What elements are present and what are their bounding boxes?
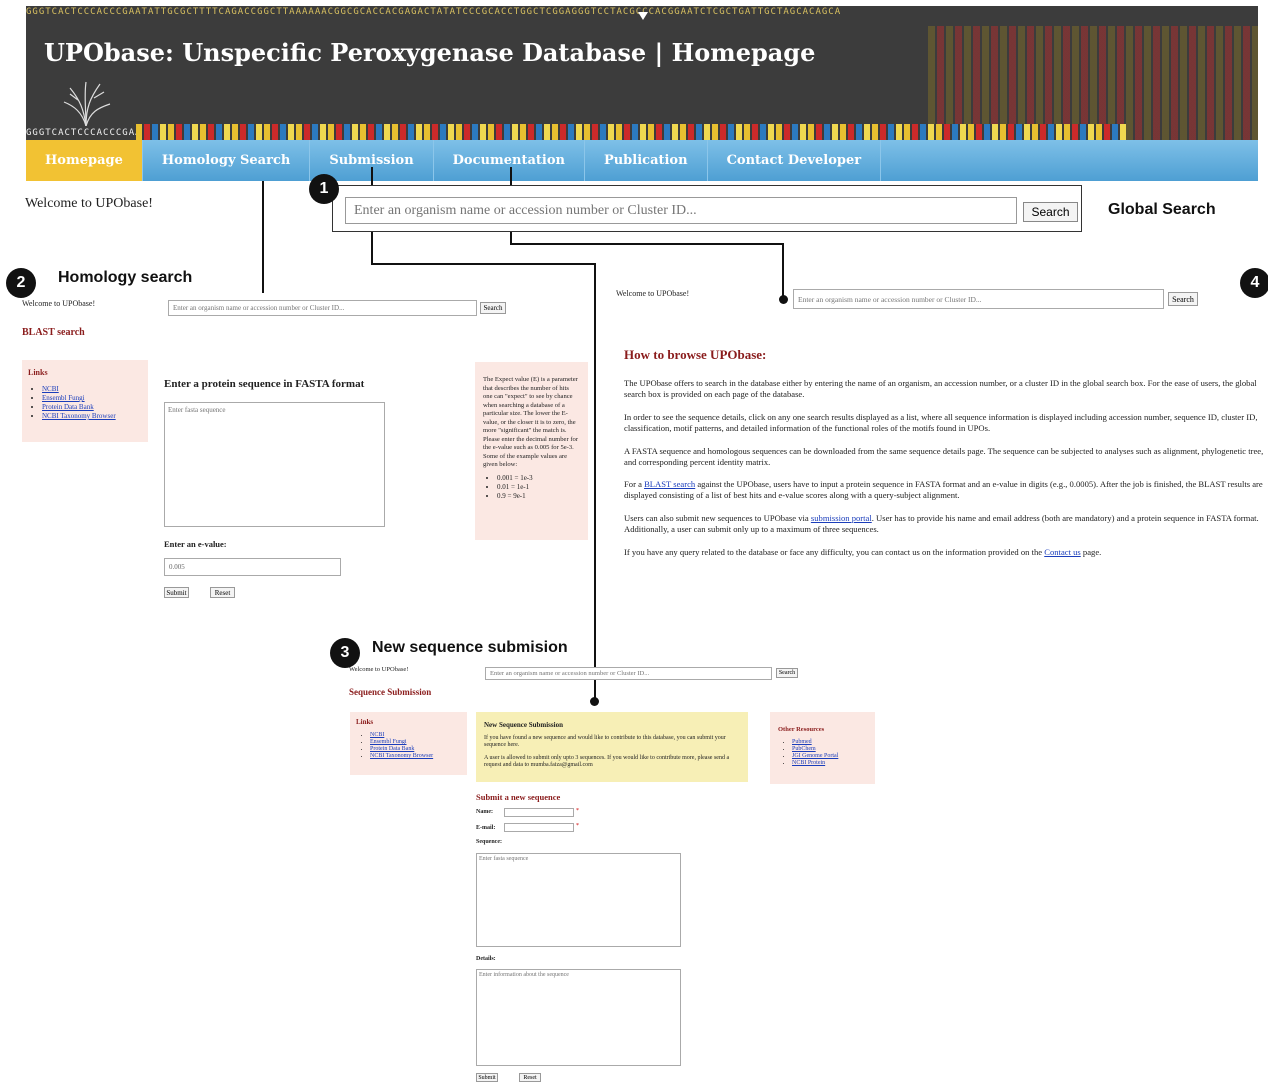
link-pubchem[interactable]: PubChem [792, 746, 816, 752]
required-mark: * [576, 808, 579, 814]
browse-paragraph-5: Users can also submit new sequences to U… [624, 513, 1259, 534]
connector-line-submission-horizontal [371, 263, 595, 265]
notice-title: New Sequence Submission [484, 721, 563, 729]
evalue-input[interactable] [164, 558, 341, 576]
browse-welcome-text: Welcome to UPObase! [616, 289, 690, 298]
required-mark: * [576, 823, 579, 829]
sequence-submission-heading: Sequence Submission [349, 687, 432, 697]
fungus-logo-icon [63, 81, 111, 126]
sequence-textarea[interactable] [476, 853, 681, 947]
submission-links-panel: Links NCBI Ensembl Fungi Protein Data Ba… [350, 712, 467, 775]
submission-annotation: New sequence submision [372, 639, 568, 656]
link-jgi-genome-portal[interactable]: JGI Genome Portal [792, 753, 838, 759]
contact-us-link[interactable]: Contact us [1044, 547, 1081, 557]
name-label: Name: [476, 809, 493, 815]
evalue-help-panel: The Expect value (E) is a parameter that… [475, 362, 588, 540]
callout-number-4: 4 [1240, 268, 1268, 298]
email-label: E-mail: [476, 825, 496, 831]
browse-paragraph-2: In order to see the sequence details, cl… [624, 412, 1258, 433]
blast-search-heading: BLAST search [22, 327, 85, 338]
connector-line-documentation-vertical [782, 243, 784, 299]
homology-links-panel: Links NCBI Ensembl Fungi Protein Data Ba… [22, 360, 148, 442]
callout-number-2: 2 [6, 268, 36, 298]
details-label: Details: [476, 956, 496, 962]
submission-notice-panel: New Sequence Submission If you have foun… [476, 712, 748, 782]
main-nav: Homepage Homology Search Submission Docu… [26, 140, 1258, 181]
link-ncbi[interactable]: NCBI [370, 732, 384, 738]
submit-new-sequence-heading: Submit a new sequence [476, 792, 561, 802]
name-field[interactable] [504, 808, 574, 817]
other-resources-panel: Other Resources Pubmed PubChem JGI Genom… [770, 712, 875, 784]
submission-portal-link[interactable]: submission portal [811, 513, 872, 523]
notice-paragraph: A user is allowed to submit only upto 3 … [484, 755, 730, 768]
link-ensembl-fungi[interactable]: Ensembl Fungi [42, 394, 85, 402]
link-ncbi-taxonomy-browser[interactable]: NCBI Taxonomy Browser [42, 412, 116, 420]
fasta-heading: Enter a protein sequence in FASTA format [164, 378, 365, 390]
connector-line-submission-vertical [594, 263, 596, 699]
nav-homepage[interactable]: Homepage [26, 140, 143, 181]
connector-dot-submission [590, 697, 599, 706]
homology-welcome-text: Welcome to UPObase! [22, 299, 96, 308]
homology-submit-button[interactable]: Submit [164, 587, 189, 598]
banner-sequence-bars [136, 124, 1126, 140]
connector-line-documentation-horizontal [510, 243, 784, 245]
global-search-annotation: Global Search [1108, 201, 1216, 218]
browse-global-search-input[interactable] [793, 289, 1164, 309]
sequence-label: Sequence: [476, 839, 502, 845]
browse-paragraph-4: For a BLAST search against the UPObase, … [624, 479, 1263, 500]
submission-global-search-button[interactable]: Search [776, 668, 798, 678]
banner-sequence-text: GGGTCACTCCCACCCGAATATTGCGCTTTTCAGACCGGCT… [26, 7, 842, 17]
notice-paragraph: If you have found a new sequence and wou… [484, 735, 726, 748]
browse-global-search-button[interactable]: Search [1168, 292, 1198, 306]
submission-links-title: Links [356, 718, 374, 726]
global-search-input[interactable] [345, 197, 1017, 224]
nav-publication[interactable]: Publication [585, 140, 708, 181]
evalue-help-text: The Expect value (E) is a parameter that… [483, 376, 579, 468]
connector-line-submission-top [371, 167, 373, 185]
page-title: UPObase: Unspecific Peroxygenase Databas… [44, 38, 816, 67]
blast-search-link[interactable]: BLAST search [644, 479, 695, 489]
connector-line-submission-down [371, 232, 373, 264]
homology-links-title: Links [28, 368, 48, 377]
homology-reset-button[interactable]: Reset [210, 587, 235, 598]
homology-global-search-button[interactable]: Search [480, 302, 506, 314]
connector-dot-documentation [779, 295, 788, 304]
banner-marker-icon [638, 12, 648, 20]
evalue-example: 0.01 = 1e-1 [497, 483, 580, 492]
link-ncbi-protein[interactable]: NCBI Protein [792, 760, 825, 766]
fasta-sequence-textarea[interactable] [164, 402, 385, 527]
link-ensembl-fungi[interactable]: Ensembl Fungi [370, 739, 407, 745]
details-textarea[interactable] [476, 969, 681, 1066]
nav-contact-developer[interactable]: Contact Developer [708, 140, 882, 181]
banner-sequence-bars-right [928, 26, 1258, 140]
link-ncbi-taxonomy-browser[interactable]: NCBI Taxonomy Browser [370, 753, 433, 759]
submission-welcome-text: Welcome to UPObase! [349, 666, 409, 673]
nav-homology-search[interactable]: Homology Search [143, 140, 311, 181]
evalue-example: 0.9 = 9e-1 [497, 492, 580, 501]
submission-global-search-input[interactable] [485, 667, 772, 680]
connector-line-homology [262, 181, 264, 293]
callout-number-1: 1 [309, 174, 339, 204]
other-resources-title: Other Resources [778, 726, 825, 733]
homology-global-search-input[interactable] [168, 300, 477, 316]
callout-number-3: 3 [330, 638, 360, 668]
browse-paragraph-6: If you have any query related to the dat… [624, 547, 1102, 557]
link-pubmed[interactable]: Pubmed [792, 739, 812, 745]
link-ncbi[interactable]: NCBI [42, 385, 59, 393]
global-search-button[interactable]: Search [1023, 202, 1078, 222]
submission-submit-button[interactable]: Submit [476, 1073, 498, 1082]
browse-paragraph-1: The UPObase offers to search in the data… [624, 378, 1257, 399]
header-banner: GGGTCACTCCCACCCGAATATTGCGCTTTTCAGACCGGCT… [26, 6, 1258, 140]
evalue-example: 0.001 = 1e-3 [497, 474, 580, 483]
submission-reset-button[interactable]: Reset [519, 1073, 541, 1082]
connector-line-documentation-top [510, 167, 512, 185]
email-field[interactable] [504, 823, 574, 832]
link-protein-data-bank[interactable]: Protein Data Bank [370, 746, 414, 752]
homology-annotation: Homology search [58, 269, 193, 286]
browse-heading: How to browse UPObase: [624, 347, 767, 362]
browse-paragraph-3: A FASTA sequence and homologous sequence… [624, 446, 1264, 467]
welcome-text: Welcome to UPObase! [25, 196, 153, 211]
link-protein-data-bank[interactable]: Protein Data Bank [42, 403, 94, 411]
evalue-label: Enter an e-value: [164, 539, 227, 549]
